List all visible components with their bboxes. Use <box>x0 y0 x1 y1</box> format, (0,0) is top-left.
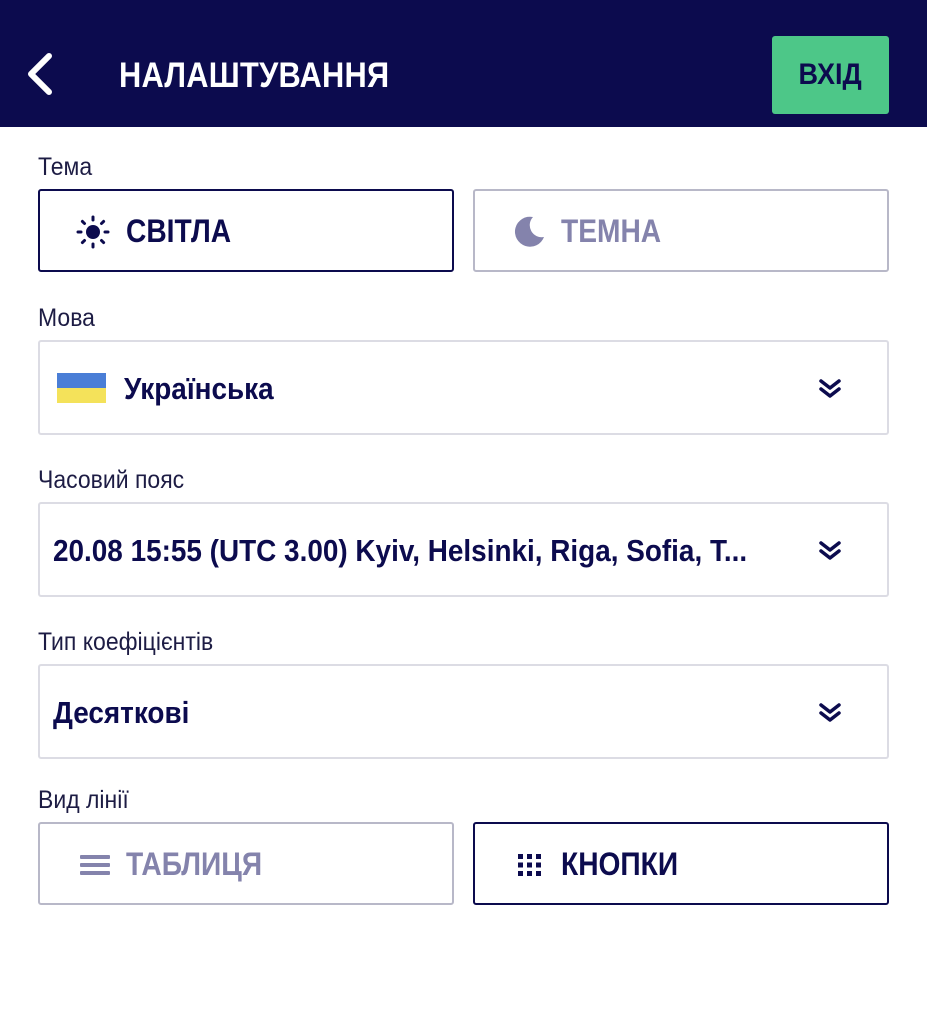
theme-light-label: СВІТЛА <box>126 213 232 249</box>
chevron-left-icon <box>28 53 52 95</box>
odds-type-select[interactable]: Десяткові <box>38 664 889 759</box>
line-view-buttons-button[interactable]: КНОПКИ <box>473 822 889 905</box>
line-view-buttons-label: КНОПКИ <box>561 846 679 882</box>
login-button-label: ВХІД <box>798 58 863 91</box>
chevron-double-down-icon <box>819 703 841 722</box>
language-select[interactable]: Українська <box>38 340 889 435</box>
line-view-label: Вид лінії <box>38 786 129 814</box>
theme-light-button[interactable]: СВІТЛА <box>38 189 454 272</box>
language-value: Українська <box>124 371 274 406</box>
timezone-label: Часовий пояс <box>38 466 185 494</box>
odds-type-label: Тип коефіцієнтів <box>38 628 214 656</box>
sun-icon <box>76 215 110 249</box>
moon-icon <box>511 213 547 249</box>
theme-label: Тема <box>38 153 93 181</box>
theme-dark-button[interactable]: ТЕМНА <box>473 189 889 272</box>
ukraine-flag-icon <box>57 373 106 403</box>
chevron-double-down-icon <box>819 379 841 398</box>
language-label: Мова <box>38 304 95 332</box>
grid-icon <box>517 853 543 877</box>
login-button[interactable]: ВХІД <box>772 36 889 114</box>
odds-type-value: Десяткові <box>53 695 190 730</box>
back-button[interactable] <box>14 44 64 104</box>
theme-dark-label: ТЕМНА <box>561 213 662 249</box>
app-header: НАЛАШТУВАННЯ ВХІД <box>0 0 927 127</box>
line-view-table-label: ТАБЛИЦЯ <box>126 846 263 882</box>
line-view-table-button[interactable]: ТАБЛИЦЯ <box>38 822 454 905</box>
chevron-double-down-icon <box>819 541 841 560</box>
timezone-value: 20.08 15:55 (UTC 3.00) Kyiv, Helsinki, R… <box>53 533 748 568</box>
list-icon <box>79 852 111 878</box>
page-title: НАЛАШТУВАННЯ <box>119 56 390 95</box>
timezone-select[interactable]: 20.08 15:55 (UTC 3.00) Kyiv, Helsinki, R… <box>38 502 889 597</box>
